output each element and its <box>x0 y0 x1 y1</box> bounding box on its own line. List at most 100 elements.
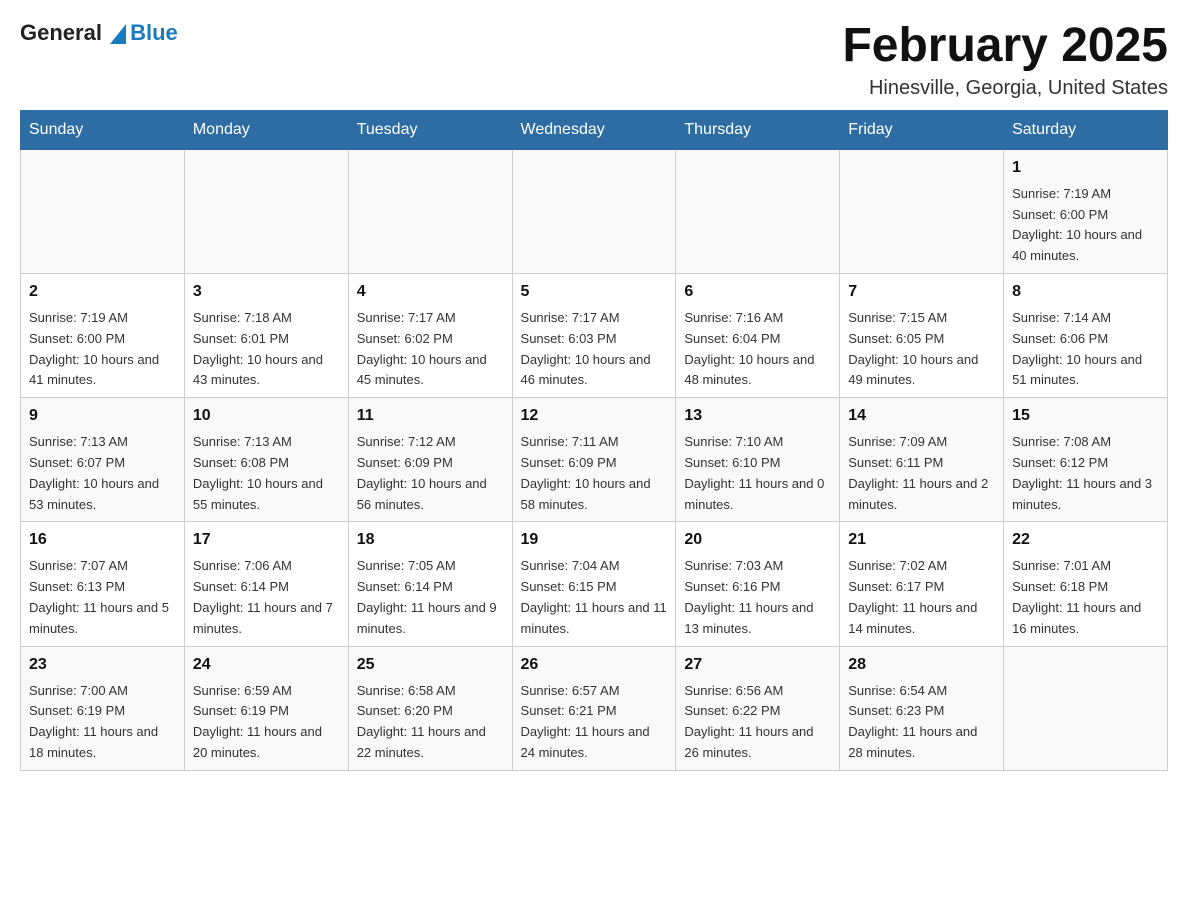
day-number: 19 <box>521 528 668 552</box>
day-number: 3 <box>193 280 340 304</box>
day-info: Sunrise: 7:09 AMSunset: 6:11 PMDaylight:… <box>848 434 988 511</box>
day-number: 1 <box>1012 156 1159 180</box>
title-block: February 2025 Hinesville, Georgia, Unite… <box>842 20 1168 100</box>
day-info: Sunrise: 7:02 AMSunset: 6:17 PMDaylight:… <box>848 558 977 635</box>
day-number: 22 <box>1012 528 1159 552</box>
calendar-cell: 25 Sunrise: 6:58 AMSunset: 6:20 PMDayligh… <box>348 646 512 770</box>
day-number: 5 <box>521 280 668 304</box>
calendar-cell: 22 Sunrise: 7:01 AMSunset: 6:18 PMDayligh… <box>1004 522 1168 646</box>
calendar-cell: 21 Sunrise: 7:02 AMSunset: 6:17 PMDayligh… <box>840 522 1004 646</box>
calendar-cell: 18Sunrise: 7:05 AMSunset: 6:14 PMDayligh… <box>348 522 512 646</box>
day-info: Sunrise: 7:12 AMSunset: 6:09 PMDaylight:… <box>357 434 487 511</box>
calendar-cell: 23 Sunrise: 7:00 AMSunset: 6:19 PMDayligh… <box>21 646 185 770</box>
calendar-cell: 6 Sunrise: 7:16 AMSunset: 6:04 PMDaylight… <box>676 273 840 397</box>
day-info: Sunrise: 7:19 AMSunset: 6:00 PMDaylight:… <box>1012 186 1142 263</box>
page-subtitle: Hinesville, Georgia, United States <box>842 77 1168 100</box>
calendar-day-header: Friday <box>840 110 1004 149</box>
calendar-cell: 3 Sunrise: 7:18 AMSunset: 6:01 PMDaylight… <box>184 273 348 397</box>
day-number: 14 <box>848 404 995 428</box>
calendar-day-header: Wednesday <box>512 110 676 149</box>
day-info: Sunrise: 7:10 AMSunset: 6:10 PMDaylight:… <box>684 434 824 511</box>
calendar-cell: 14 Sunrise: 7:09 AMSunset: 6:11 PMDayligh… <box>840 398 1004 522</box>
calendar-day-header: Sunday <box>21 110 185 149</box>
calendar-cell: 13 Sunrise: 7:10 AMSunset: 6:10 PMDayligh… <box>676 398 840 522</box>
calendar-cell: 20Sunrise: 7:03 AMSunset: 6:16 PMDayligh… <box>676 522 840 646</box>
day-info: Sunrise: 7:00 AMSunset: 6:19 PMDaylight:… <box>29 683 158 760</box>
day-info: Sunrise: 7:07 AMSunset: 6:13 PMDaylight:… <box>29 558 169 635</box>
calendar-cell: 5 Sunrise: 7:17 AMSunset: 6:03 PMDaylight… <box>512 273 676 397</box>
logo-blue-text: Blue <box>130 20 178 46</box>
calendar-week-row: 2Sunrise: 7:19 AMSunset: 6:00 PMDaylight… <box>21 273 1168 397</box>
day-info: Sunrise: 6:59 AMSunset: 6:19 PMDaylight:… <box>193 683 322 760</box>
day-number: 15 <box>1012 404 1159 428</box>
day-number: 25 <box>357 653 504 677</box>
calendar-table: SundayMondayTuesdayWednesdayThursdayFrid… <box>20 110 1168 771</box>
calendar-day-header: Thursday <box>676 110 840 149</box>
day-number: 4 <box>357 280 504 304</box>
calendar-cell <box>676 149 840 273</box>
calendar-week-row: 16 Sunrise: 7:07 AMSunset: 6:13 PMDayligh… <box>21 522 1168 646</box>
day-info: Sunrise: 7:17 AMSunset: 6:03 PMDaylight:… <box>521 310 651 387</box>
day-number: 23 <box>29 653 176 677</box>
calendar-cell <box>512 149 676 273</box>
calendar-cell: 9 Sunrise: 7:13 AMSunset: 6:07 PMDaylight… <box>21 398 185 522</box>
day-number: 9 <box>29 404 176 428</box>
logo: General Blue <box>20 20 178 46</box>
day-number: 12 <box>521 404 668 428</box>
day-info: Sunrise: 7:13 AMSunset: 6:08 PMDaylight:… <box>193 434 323 511</box>
calendar-cell <box>21 149 185 273</box>
day-number: 2 <box>29 280 176 304</box>
day-number: 26 <box>521 653 668 677</box>
page-header: General Blue February 2025 Hinesville, G… <box>20 20 1168 100</box>
calendar-day-header: Saturday <box>1004 110 1168 149</box>
calendar-cell: 17 Sunrise: 7:06 AMSunset: 6:14 PMDayligh… <box>184 522 348 646</box>
day-info: Sunrise: 6:56 AMSunset: 6:22 PMDaylight:… <box>684 683 813 760</box>
day-info: Sunrise: 7:08 AMSunset: 6:12 PMDaylight:… <box>1012 434 1152 511</box>
day-number: 27 <box>684 653 831 677</box>
day-info: Sunrise: 6:57 AMSunset: 6:21 PMDaylight:… <box>521 683 650 760</box>
calendar-day-header: Tuesday <box>348 110 512 149</box>
calendar-week-row: 9 Sunrise: 7:13 AMSunset: 6:07 PMDaylight… <box>21 398 1168 522</box>
day-number: 7 <box>848 280 995 304</box>
day-info: Sunrise: 7:18 AMSunset: 6:01 PMDaylight:… <box>193 310 323 387</box>
calendar-day-header: Monday <box>184 110 348 149</box>
day-info: Sunrise: 7:17 AMSunset: 6:02 PMDaylight:… <box>357 310 487 387</box>
calendar-cell: 16 Sunrise: 7:07 AMSunset: 6:13 PMDayligh… <box>21 522 185 646</box>
calendar-cell: 12 Sunrise: 7:11 AMSunset: 6:09 PMDayligh… <box>512 398 676 522</box>
day-number: 10 <box>193 404 340 428</box>
calendar-cell <box>840 149 1004 273</box>
day-number: 13 <box>684 404 831 428</box>
calendar-cell: 7 Sunrise: 7:15 AMSunset: 6:05 PMDaylight… <box>840 273 1004 397</box>
calendar-cell: 4 Sunrise: 7:17 AMSunset: 6:02 PMDaylight… <box>348 273 512 397</box>
calendar-cell: 28Sunrise: 6:54 AMSunset: 6:23 PMDayligh… <box>840 646 1004 770</box>
day-number: 21 <box>848 528 995 552</box>
day-info: Sunrise: 7:01 AMSunset: 6:18 PMDaylight:… <box>1012 558 1141 635</box>
calendar-cell: 2Sunrise: 7:19 AMSunset: 6:00 PMDaylight… <box>21 273 185 397</box>
day-info: Sunrise: 7:16 AMSunset: 6:04 PMDaylight:… <box>684 310 814 387</box>
day-info: Sunrise: 7:13 AMSunset: 6:07 PMDaylight:… <box>29 434 159 511</box>
day-info: Sunrise: 7:14 AMSunset: 6:06 PMDaylight:… <box>1012 310 1142 387</box>
day-info: Sunrise: 7:11 AMSunset: 6:09 PMDaylight:… <box>521 434 651 511</box>
calendar-cell: 19 Sunrise: 7:04 AMSunset: 6:15 PMDayligh… <box>512 522 676 646</box>
calendar-cell: 11 Sunrise: 7:12 AMSunset: 6:09 PMDayligh… <box>348 398 512 522</box>
calendar-cell: 24Sunrise: 6:59 AMSunset: 6:19 PMDayligh… <box>184 646 348 770</box>
calendar-cell <box>1004 646 1168 770</box>
calendar-cell <box>184 149 348 273</box>
day-info: Sunrise: 6:58 AMSunset: 6:20 PMDaylight:… <box>357 683 486 760</box>
calendar-cell <box>348 149 512 273</box>
calendar-cell: 26 Sunrise: 6:57 AMSunset: 6:21 PMDayligh… <box>512 646 676 770</box>
day-number: 16 <box>29 528 176 552</box>
day-info: Sunrise: 7:06 AMSunset: 6:14 PMDaylight:… <box>193 558 333 635</box>
day-number: 8 <box>1012 280 1159 304</box>
day-number: 11 <box>357 404 504 428</box>
logo-general-text: General <box>20 20 126 46</box>
day-number: 18 <box>357 528 504 552</box>
day-number: 17 <box>193 528 340 552</box>
calendar-cell: 27 Sunrise: 6:56 AMSunset: 6:22 PMDayligh… <box>676 646 840 770</box>
calendar-header-row: SundayMondayTuesdayWednesdayThursdayFrid… <box>21 110 1168 149</box>
day-number: 6 <box>684 280 831 304</box>
day-info: Sunrise: 6:54 AMSunset: 6:23 PMDaylight:… <box>848 683 977 760</box>
day-info: Sunrise: 7:04 AMSunset: 6:15 PMDaylight:… <box>521 558 667 635</box>
day-info: Sunrise: 7:15 AMSunset: 6:05 PMDaylight:… <box>848 310 978 387</box>
day-number: 20 <box>684 528 831 552</box>
